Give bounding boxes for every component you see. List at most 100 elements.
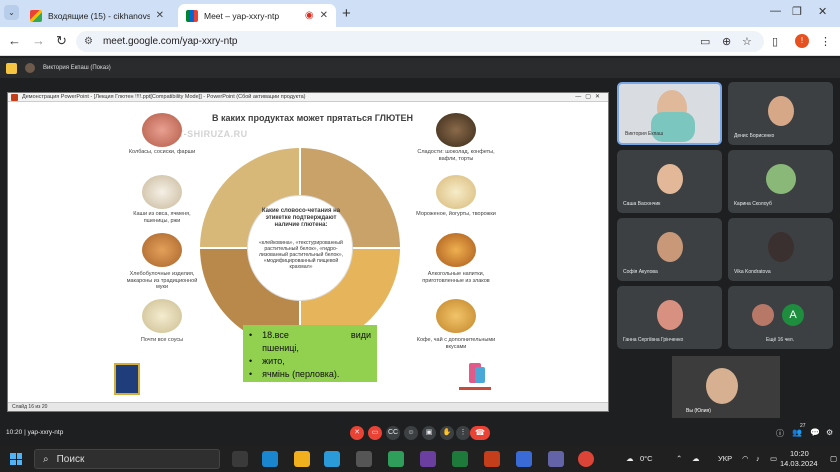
window-title: Демонстрация PowerPoint - [Лекция Глютен… (22, 94, 306, 100)
self-name: Вы (Юлия) (686, 408, 711, 414)
participant-name: Карина Сколоуб (734, 201, 772, 207)
site-info-icon[interactable]: ⚙ (84, 36, 93, 47)
chrome-icon[interactable] (578, 451, 594, 467)
gmail-icon (30, 9, 42, 22)
camera-icon[interactable]: ▭ (700, 35, 710, 48)
meet-controls: 10:20 | yap-xxry-ntp ✕ ▭ CC ☺ ▣ ✋ ⋮ ☎ ⓘ … (0, 420, 840, 446)
emoji-button[interactable]: ☺ (404, 426, 418, 440)
close-tab-icon[interactable]: ✕ (156, 10, 164, 21)
browser-toolbar: ← → ↻ ⚙ meet.google.com/yap-xxry-ntp ▭ ⊕… (0, 27, 840, 56)
list-item: • жито, (249, 356, 285, 366)
info-icon[interactable]: ⓘ (776, 428, 784, 439)
clock-date[interactable]: 14.03.2024 (780, 459, 818, 468)
avatar (706, 368, 738, 404)
tab-search-button[interactable]: ⌄ (4, 5, 19, 20)
minimize-icon[interactable]: — (770, 5, 781, 17)
participant-name: Денис Борисенко (734, 133, 775, 139)
reload-icon[interactable]: ↻ (56, 33, 67, 49)
food-label: Колбасы, сосиски, фарши (128, 149, 196, 155)
self-view[interactable]: Вы (Юлия) (672, 356, 780, 418)
sauce-image (142, 299, 182, 333)
activities-icon[interactable]: ⚙ (826, 428, 833, 437)
profile-avatar[interactable]: ! (795, 34, 809, 48)
tab-meet[interactable]: Meet – yap-xxry-ntp ◉ ✕ (178, 4, 336, 27)
shared-screen: Демонстрация PowerPoint - [Лекция Глютен… (7, 92, 609, 412)
participant-tile[interactable]: Vika Kondratova (728, 218, 833, 281)
screen: ⌄ Входящие (15) - cikhanovskaja ✕ Meet –… (0, 0, 840, 472)
taskbar-search[interactable]: ⌕ Поиск (34, 449, 220, 469)
onedrive-icon[interactable]: ☁ (692, 454, 700, 463)
mail-app-icon[interactable] (262, 451, 278, 467)
system-tray: ☁ 0°C ⌃ ☁ УКР ◠ ♪ ▭ 10:20 14.03.2024 ▢ (620, 449, 840, 469)
participants-count: 27 (800, 423, 806, 429)
mic-off-button[interactable]: ✕ (350, 426, 364, 440)
new-tab-button[interactable]: + (342, 5, 351, 22)
powerpoint-icon[interactable] (484, 451, 500, 467)
tea-image (436, 299, 476, 333)
close-window-icon[interactable]: ✕ (818, 5, 827, 18)
search-icon: ⌕ (43, 453, 49, 465)
word-icon[interactable] (516, 451, 532, 467)
presenter-bar: Виктория Екпаш (Показ) (0, 58, 840, 78)
participant-name: Виктория Екпаш (625, 131, 664, 137)
end-call-button[interactable]: ☎ (470, 426, 490, 440)
participant-tile[interactable]: Ганна Сергіївна Грінченко (617, 286, 722, 349)
url-text: meet.google.com/yap-xxry-ntp (102, 36, 238, 47)
start-button[interactable] (10, 453, 22, 465)
app-icon[interactable] (420, 451, 436, 467)
participant-name: Vika Kondratova (734, 269, 771, 275)
participant-tile[interactable]: Софія Акулова (617, 218, 722, 281)
restore-icon[interactable]: ❐ (792, 5, 802, 18)
avatar (768, 96, 794, 126)
food-label: Мороженое, йогурты, творожки (416, 211, 496, 217)
browser-tab-bar: ⌄ Входящие (15) - cikhanovskaja ✕ Meet –… (0, 0, 840, 27)
captions-button[interactable]: CC (386, 426, 400, 440)
excel-icon[interactable] (452, 451, 468, 467)
recording-dot-icon: ◉ (304, 10, 314, 21)
task-view-icon[interactable] (232, 451, 248, 467)
store-icon[interactable] (356, 451, 372, 467)
camera-off-button[interactable]: ▭ (368, 426, 382, 440)
tab-gmail[interactable]: Входящие (15) - cikhanovskaja ✕ (22, 4, 172, 27)
side-panel-icon[interactable]: ▯ (772, 35, 778, 48)
participant-tile[interactable]: Карина Сколоуб (728, 150, 833, 213)
zoom-icon[interactable]: ⊕ (722, 35, 731, 48)
app-icon[interactable] (388, 451, 404, 467)
faculty-logo (459, 363, 491, 390)
chat-icon[interactable]: 💬 (810, 428, 820, 437)
raise-hand-button[interactable]: ✋ (440, 426, 454, 440)
food-label: Каши из овса, ячменя, пшеницы, ржи (133, 211, 191, 224)
more-participants-tile[interactable]: A Ещё 16 чел. (728, 286, 833, 349)
food-label: Хлебобулочные изделия, макароны из тради… (126, 271, 198, 290)
forward-icon[interactable]: → (32, 33, 45, 48)
file-explorer-icon[interactable] (294, 451, 310, 467)
wifi-icon[interactable]: ◠ (742, 454, 749, 463)
back-icon[interactable]: ← (8, 33, 21, 48)
people-icon[interactable]: 👥 (792, 428, 802, 437)
participant-tile[interactable]: Саша Васюнчик (617, 150, 722, 213)
menu-icon[interactable]: ⋮ (820, 35, 831, 48)
volume-icon[interactable]: ♪ (756, 454, 760, 463)
more-options-button[interactable]: ⋮ (456, 426, 470, 440)
language-indicator[interactable]: УКР (718, 454, 732, 463)
participant-tile[interactable]: Денис Борисенко (728, 82, 833, 145)
participant-name: Ещё 16 чел. (766, 337, 795, 343)
edge-icon[interactable] (324, 451, 340, 467)
tab-title: Входящие (15) - cikhanovskaja (48, 10, 150, 21)
chevron-up-icon[interactable]: ⌃ (676, 454, 682, 463)
close-tab-icon[interactable]: ✕ (320, 10, 328, 21)
clock-time[interactable]: 10:20 (790, 449, 809, 458)
participant-tile[interactable]: Виктория Екпаш (617, 82, 722, 145)
food-label: Сладости: шоколад, конфеты, вафли, торты (417, 149, 495, 162)
present-button[interactable]: ▣ (422, 426, 436, 440)
bread-image (142, 233, 182, 267)
battery-icon[interactable]: ▭ (770, 454, 777, 463)
list-item: • ячмінь (перловка). (249, 369, 340, 379)
notifications-icon[interactable]: ▢ (830, 454, 837, 463)
address-bar[interactable]: ⚙ meet.google.com/yap-xxry-ntp (76, 31, 764, 52)
sweets-image (436, 113, 476, 147)
avatar (768, 232, 794, 262)
window-controls: —▢✕ (575, 94, 604, 100)
teams-icon[interactable] (548, 451, 564, 467)
star-icon[interactable]: ☆ (742, 35, 752, 48)
